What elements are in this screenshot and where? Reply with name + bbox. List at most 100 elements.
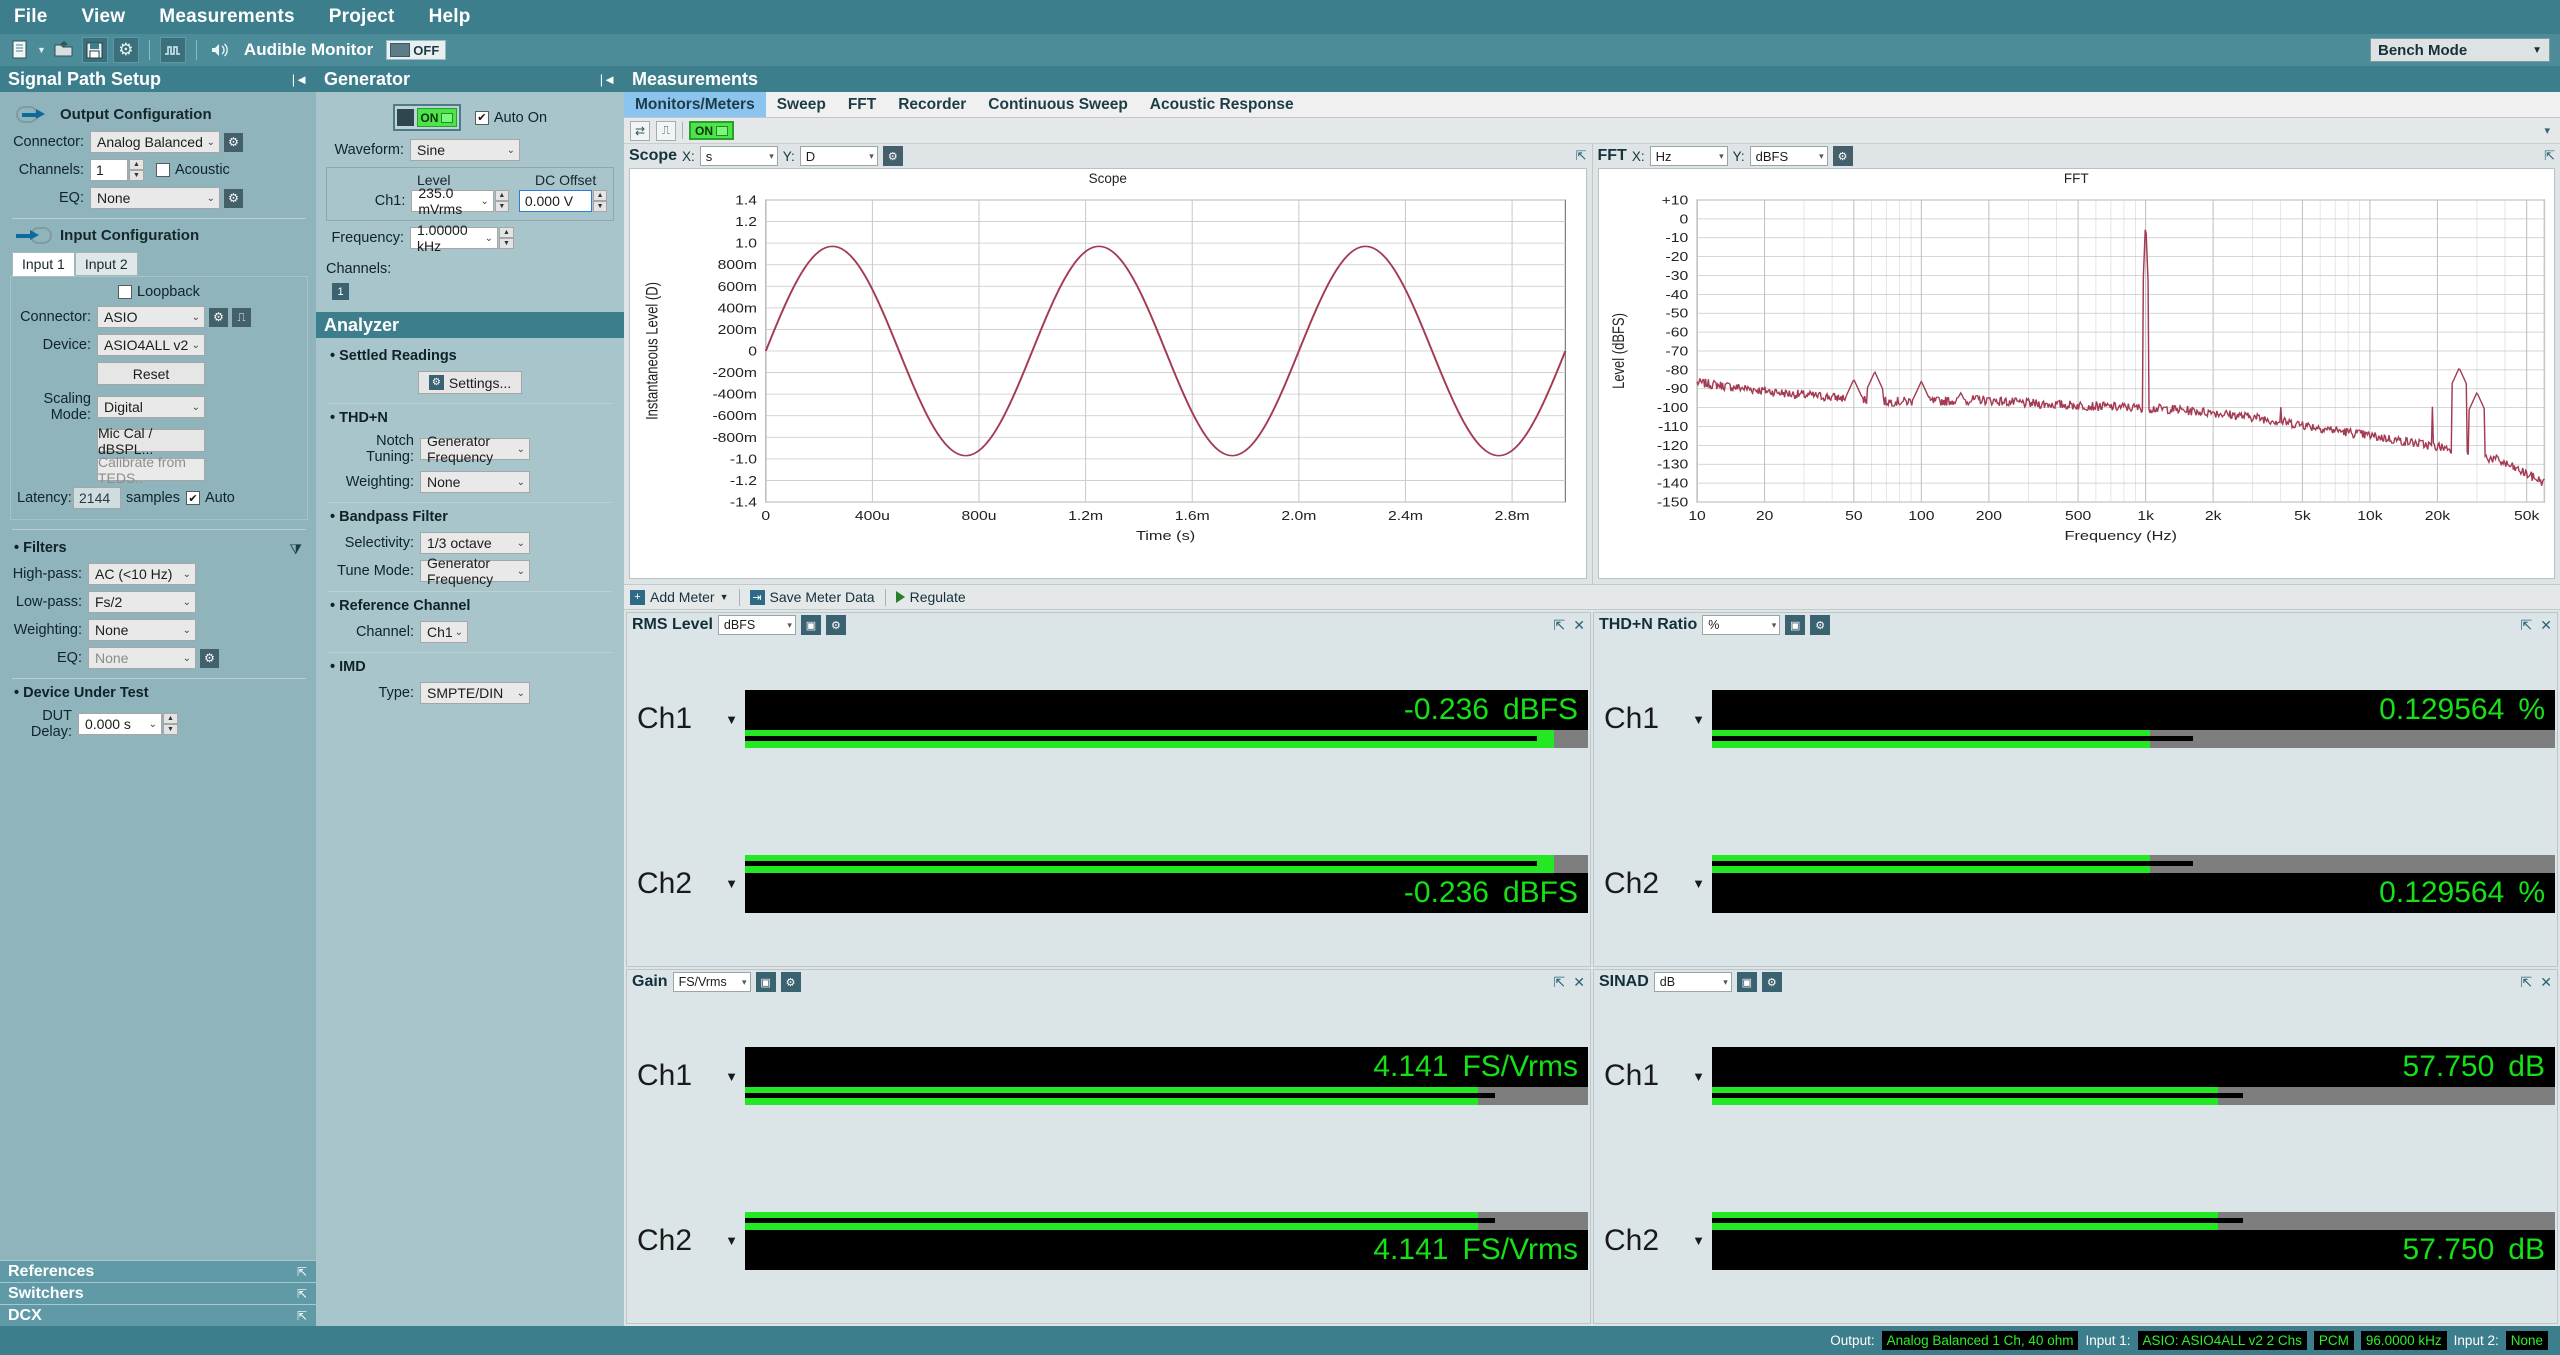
- signal-icon[interactable]: [159, 37, 186, 63]
- meter-settings-gear-icon[interactable]: ⚙: [1810, 615, 1831, 635]
- pin-icon[interactable]: |◄: [292, 72, 308, 87]
- generator-on-toggle[interactable]: ON: [392, 104, 461, 131]
- generator-channel-badge[interactable]: 1: [332, 283, 349, 300]
- meter-channel-select[interactable]: Ch2 ▼: [1594, 802, 1712, 967]
- tab-monitors-meters[interactable]: Monitors/Meters: [624, 92, 766, 117]
- references-section[interactable]: References ⇱: [0, 1260, 316, 1282]
- add-meter-button[interactable]: + Add Meter ▼: [630, 589, 729, 605]
- close-icon[interactable]: ✕: [1573, 617, 1585, 634]
- meter-channel-select[interactable]: Ch2 ▼: [627, 1159, 745, 1324]
- mic-cal-button[interactable]: Mic Cal / dBSPL...: [97, 425, 205, 457]
- waveform-icon[interactable]: ⎍: [656, 120, 676, 141]
- imd-type-select[interactable]: SMPTE/DIN ⌄: [420, 682, 530, 704]
- meter-settings-gear-icon[interactable]: ⚙: [1761, 972, 1782, 992]
- meter-channel-select[interactable]: Ch1 ▼: [627, 637, 745, 802]
- meter-settings-gear-icon[interactable]: ⚙: [780, 972, 801, 992]
- menu-item-help[interactable]: Help: [429, 6, 471, 28]
- switchers-section[interactable]: Switchers ⇱: [0, 1282, 316, 1304]
- tab-sweep[interactable]: Sweep: [766, 92, 837, 117]
- meter-popout-icon[interactable]: ⇱: [2521, 617, 2533, 634]
- meter-unit-select[interactable]: FS/Vrms ▾: [672, 972, 751, 992]
- meter-popout-icon[interactable]: ⇱: [1554, 974, 1566, 991]
- dut-delay-select[interactable]: 0.000 s ⌄: [78, 713, 162, 735]
- new-document-dropdown-caret[interactable]: ▼: [37, 45, 46, 55]
- reset-button[interactable]: Reset: [97, 362, 205, 385]
- fft-settings-gear-icon[interactable]: ⚙: [1832, 146, 1853, 166]
- meter-popout-icon[interactable]: ⇱: [2521, 974, 2533, 991]
- references-expand-icon[interactable]: ⇱: [297, 1265, 307, 1279]
- level-input[interactable]: 235.0 mVrms ⌄: [411, 185, 494, 217]
- monitor-on-toggle[interactable]: ON: [689, 121, 734, 140]
- meter-settings-gear-icon[interactable]: ⚙: [825, 615, 846, 635]
- analyzer-weighting-select[interactable]: None ⌄: [420, 471, 530, 493]
- output-channels-stepper[interactable]: ▲ ▼: [129, 159, 144, 181]
- latency-input[interactable]: 2144: [73, 487, 121, 509]
- scope-x-select[interactable]: s ▾: [699, 146, 778, 166]
- switchers-expand-icon[interactable]: ⇱: [297, 1287, 307, 1301]
- audible-monitor-toggle[interactable]: OFF: [386, 40, 447, 60]
- dcx-section[interactable]: DCX ⇱: [0, 1304, 316, 1326]
- highpass-select[interactable]: AC (<10 Hz) ⌄: [88, 563, 196, 585]
- input-connector-select[interactable]: ASIO ⌄: [97, 306, 205, 328]
- meter-unit-select[interactable]: dBFS ▾: [717, 615, 796, 635]
- level-stepper[interactable]: ▲ ▼: [494, 190, 509, 212]
- reference-channel-select[interactable]: Ch1 ⌄: [420, 621, 468, 643]
- dut-delay-stepper[interactable]: ▲ ▼: [163, 713, 178, 735]
- new-document-icon[interactable]: [8, 37, 34, 63]
- tab-acoustic-response[interactable]: Acoustic Response: [1139, 92, 1305, 117]
- menu-item-view[interactable]: View: [82, 6, 126, 28]
- tab-fft[interactable]: FFT: [837, 92, 887, 117]
- meter-unit-select[interactable]: % ▾: [1702, 615, 1781, 635]
- filter-funnel-icon[interactable]: ⧩: [290, 541, 303, 558]
- tab-continuous-sweep[interactable]: Continuous Sweep: [977, 92, 1139, 117]
- frequency-input[interactable]: 1.00000 kHz ⌄: [410, 222, 498, 254]
- scope-popout-icon[interactable]: ⇱: [1576, 148, 1587, 164]
- meter-graph-icon[interactable]: ▣: [1785, 615, 1806, 635]
- settings-icon[interactable]: ⚙: [112, 37, 139, 63]
- meter-channel-select[interactable]: Ch1 ▼: [1594, 994, 1712, 1159]
- acoustic-checkbox[interactable]: [156, 163, 170, 177]
- fft-x-select[interactable]: Hz ▾: [1649, 146, 1728, 166]
- input-connector-chart-icon[interactable]: ⎍: [232, 307, 251, 327]
- bench-mode-select[interactable]: Bench Mode ▼: [2370, 38, 2550, 62]
- output-eq-gear-icon[interactable]: ⚙: [224, 188, 243, 208]
- close-icon[interactable]: ✕: [1573, 974, 1585, 991]
- menu-item-file[interactable]: File: [14, 6, 48, 28]
- menu-item-measurements[interactable]: Measurements: [159, 6, 294, 28]
- lowpass-select[interactable]: Fs/2 ⌄: [88, 591, 196, 613]
- output-eq-select[interactable]: None ⌄: [90, 187, 220, 209]
- meter-graph-icon[interactable]: ▣: [800, 615, 821, 635]
- regulate-button[interactable]: Regulate: [895, 589, 966, 605]
- tune-mode-select[interactable]: Generator Frequency ⌄: [420, 555, 530, 587]
- meter-channel-select[interactable]: Ch2 ▼: [1594, 1159, 1712, 1324]
- meter-channel-select[interactable]: Ch1 ▼: [627, 994, 745, 1159]
- open-project-icon[interactable]: [51, 37, 77, 63]
- notch-tuning-select[interactable]: Generator Frequency ⌄: [420, 433, 530, 465]
- input-connector-gear-icon[interactable]: ⚙: [209, 307, 228, 327]
- scope-plot[interactable]: Scope 1.4 1.2 1.0 800m 600m 400m 200m 0 -200m -40…: [629, 168, 1587, 579]
- auto-on-checkbox[interactable]: ✔: [474, 110, 489, 125]
- tab-recorder[interactable]: Recorder: [887, 92, 977, 117]
- measurements-collapse-icon[interactable]: ▾: [2544, 124, 2550, 137]
- scaling-mode-select[interactable]: Digital ⌄: [97, 396, 205, 418]
- close-icon[interactable]: ✕: [2540, 617, 2552, 634]
- meter-graph-icon[interactable]: ▣: [1736, 972, 1757, 992]
- speaker-icon[interactable]: [207, 37, 233, 63]
- output-connector-gear-icon[interactable]: ⚙: [224, 132, 243, 152]
- generator-pin-icon[interactable]: |◄: [600, 72, 616, 87]
- meter-graph-icon[interactable]: ▣: [755, 972, 776, 992]
- dc-offset-stepper[interactable]: ▲ ▼: [593, 190, 608, 212]
- filter-weighting-select[interactable]: None ⌄: [88, 619, 196, 641]
- swap-channels-icon[interactable]: ⇄: [630, 120, 650, 141]
- settled-readings-settings-button[interactable]: ⚙ Settings...: [417, 371, 523, 394]
- save-icon[interactable]: [81, 37, 108, 63]
- latency-auto-checkbox[interactable]: ✔: [186, 491, 200, 505]
- scope-settings-gear-icon[interactable]: ⚙: [882, 146, 903, 166]
- menu-item-project[interactable]: Project: [329, 6, 395, 28]
- selectivity-select[interactable]: 1/3 octave ⌄: [420, 532, 530, 554]
- meter-unit-select[interactable]: dB ▾: [1653, 972, 1732, 992]
- meter-channel-select[interactable]: Ch2 ▼: [627, 802, 745, 967]
- tab-input-2[interactable]: Input 2: [74, 252, 138, 276]
- fft-popout-icon[interactable]: ⇱: [2544, 148, 2555, 164]
- dcx-expand-icon[interactable]: ⇱: [297, 1309, 307, 1323]
